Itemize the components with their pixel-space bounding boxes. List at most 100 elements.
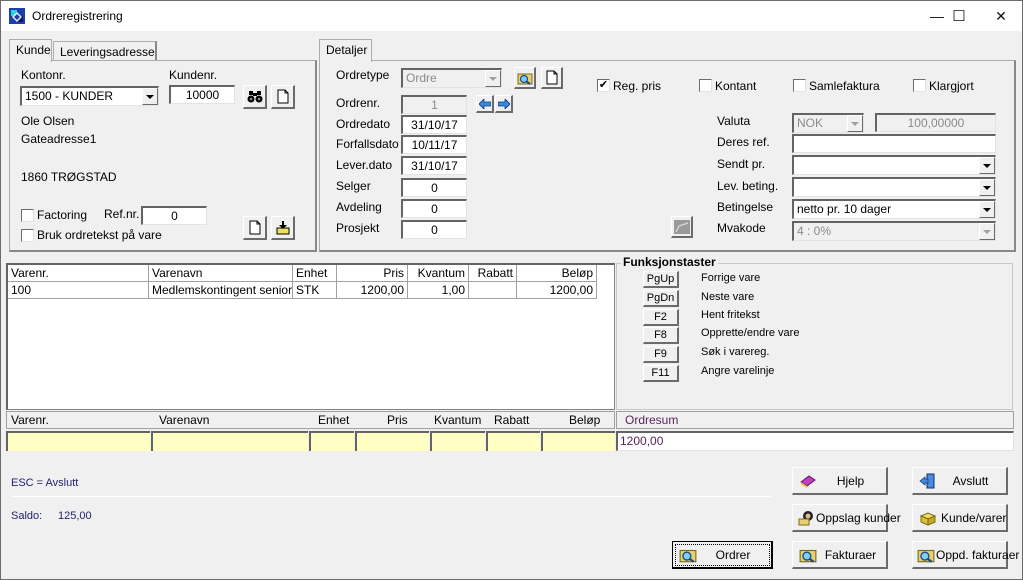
maximize-button[interactable]: ☐ xyxy=(938,1,980,31)
refnr-input[interactable]: 0 xyxy=(141,206,207,225)
lev-beting-label: Lev. beting. xyxy=(717,179,779,193)
samlefaktura-checkbox[interactable] xyxy=(793,79,806,92)
col-header-belop[interactable]: Beløp xyxy=(517,265,597,282)
f11-desc: Angre varelinje xyxy=(701,365,775,377)
graph-button[interactable] xyxy=(671,216,693,238)
ordresum-label: Ordresum xyxy=(625,413,679,427)
cell-enhet[interactable]: STK xyxy=(293,282,337,299)
new-note-button[interactable] xyxy=(243,216,267,240)
forfallsdato-input[interactable]: 10/11/17 xyxy=(401,135,467,154)
cell-varenavn[interactable]: Medlemskontingent senior xyxy=(149,282,293,299)
table-row[interactable]: 100 Medlemskontingent senior STK 1200,00… xyxy=(8,282,597,299)
f9-key-button[interactable]: F9 xyxy=(643,346,679,363)
chevron-down-icon[interactable] xyxy=(979,201,995,218)
ordretype-select[interactable]: Ordre xyxy=(401,68,502,88)
chevron-down-icon[interactable] xyxy=(979,157,995,174)
search-orders-button[interactable] xyxy=(514,67,536,89)
selger-input[interactable]: 0 xyxy=(401,178,467,197)
pgup-desc: Forrige vare xyxy=(701,272,761,284)
order-registration-window: Ordreregistrering — ☐ ✕ Kunde Leveringsa… xyxy=(0,0,1023,580)
col-header-pris[interactable]: Pris xyxy=(337,265,408,282)
new-document-icon xyxy=(277,89,288,104)
kurs-input[interactable]: 100,00000 xyxy=(875,113,996,132)
saldo-label: Saldo: xyxy=(11,510,43,522)
previous-order-button[interactable] xyxy=(476,95,494,113)
fakturaer-button[interactable]: Fakturaer xyxy=(792,541,888,569)
folder-search-icon xyxy=(517,73,532,85)
col-header-varenr[interactable]: Varenr. xyxy=(8,265,149,282)
valuta-select[interactable]: NOK xyxy=(792,113,864,133)
chevron-down-icon[interactable] xyxy=(485,70,501,87)
entry-enhet-input[interactable] xyxy=(309,431,354,451)
new-order-button[interactable] xyxy=(541,67,563,89)
valuta-label: Valuta xyxy=(717,114,751,128)
col-header-rabatt[interactable]: Rabatt xyxy=(469,265,517,282)
factoring-checkbox[interactable] xyxy=(21,209,34,222)
kundenr-input[interactable]: 10000 xyxy=(169,85,235,104)
f11-key-button[interactable]: F11 xyxy=(643,365,679,382)
pgup-key-button[interactable]: PgUp xyxy=(643,271,679,288)
f2-key-button[interactable]: F2 xyxy=(643,309,679,326)
avslutt-button[interactable]: Avslutt xyxy=(912,467,1008,495)
prosjekt-input[interactable]: 0 xyxy=(401,220,467,239)
col-header-varenavn[interactable]: Varenavn xyxy=(149,265,293,282)
entry-varenavn-input[interactable] xyxy=(151,431,308,451)
col-header-kvantum[interactable]: Kvantum xyxy=(408,265,469,282)
klargjort-checkbox[interactable] xyxy=(913,79,926,92)
new-customer-button[interactable] xyxy=(271,85,295,109)
col-header-enhet[interactable]: Enhet xyxy=(293,265,337,282)
sendt-pr-label: Sendt pr. xyxy=(717,157,766,171)
ordredato-input[interactable]: 31/10/17 xyxy=(401,115,467,134)
oppd-fakturaer-button[interactable]: Oppd. fakturaer xyxy=(912,541,1019,569)
chevron-down-icon[interactable] xyxy=(979,223,995,240)
reg-pris-label: Reg. pris xyxy=(613,79,662,93)
lev-beting-select[interactable] xyxy=(792,177,996,197)
entry-col-kvantum: Kvantum xyxy=(434,413,482,427)
entry-col-varenavn: Varenavn xyxy=(159,413,210,427)
search-customer-button[interactable] xyxy=(243,85,267,109)
tab-detaljer[interactable]: Detaljer xyxy=(319,39,372,62)
cell-varenr[interactable]: 100 xyxy=(8,282,149,299)
betingelse-select[interactable]: netto pr. 10 dager xyxy=(792,199,996,219)
cell-belop[interactable]: 1200,00 xyxy=(517,282,597,299)
cell-pris[interactable]: 1200,00 xyxy=(337,282,408,299)
entry-col-rabatt: Rabatt xyxy=(494,413,530,427)
chevron-down-icon[interactable] xyxy=(979,179,995,196)
entry-belop-input[interactable] xyxy=(541,431,615,451)
f8-key-button[interactable]: F8 xyxy=(643,327,679,344)
close-button[interactable]: ✕ xyxy=(980,1,1022,31)
entry-varenr-input[interactable] xyxy=(6,431,150,451)
avdeling-input[interactable]: 0 xyxy=(401,199,467,218)
tab-kunde[interactable]: Kunde xyxy=(9,39,52,62)
pgdn-desc: Neste vare xyxy=(701,291,755,303)
sendt-pr-select[interactable] xyxy=(792,155,996,175)
mvakode-select[interactable]: 4 : 0% xyxy=(792,221,996,241)
kontonr-select[interactable]: 1500 - KUNDER xyxy=(20,86,159,106)
deres-ref-input[interactable] xyxy=(792,134,996,153)
cell-kvantum[interactable]: 1,00 xyxy=(408,282,469,299)
tab-leveringsadresse[interactable]: Leveringsadresse xyxy=(53,41,157,62)
order-lines-grid[interactable]: Varenr. Varenavn Enhet Pris Kvantum Raba… xyxy=(6,263,615,410)
ordretekst-checkbox[interactable] xyxy=(21,229,34,242)
entry-pris-input[interactable] xyxy=(355,431,429,451)
kunde-varer-button[interactable]: Kunde/varer xyxy=(912,504,1008,532)
maximize-icon: ☐ xyxy=(952,8,966,25)
cell-rabatt[interactable] xyxy=(469,282,517,299)
chevron-down-icon[interactable] xyxy=(847,115,863,132)
selger-label: Selger xyxy=(336,179,371,193)
leverdato-input[interactable]: 31/10/17 xyxy=(401,156,467,175)
hjelp-button[interactable]: Hjelp xyxy=(792,467,888,495)
reg-pris-checkbox[interactable]: ✔ xyxy=(597,79,610,92)
pgdn-key-button[interactable]: PgDn xyxy=(643,290,679,307)
chevron-down-icon[interactable] xyxy=(142,88,158,105)
entry-rabatt-input[interactable] xyxy=(486,431,540,451)
entry-kvantum-input[interactable] xyxy=(430,431,485,451)
ordrenr-input[interactable]: 1 xyxy=(401,95,467,114)
import-button[interactable] xyxy=(271,216,295,240)
next-order-button[interactable] xyxy=(495,95,513,113)
refnr-label: Ref.nr. xyxy=(104,207,140,221)
oppslag-kunder-button[interactable]: Oppslag kunder xyxy=(792,504,901,532)
new-document-icon xyxy=(546,70,557,85)
kontant-checkbox[interactable] xyxy=(699,79,712,92)
ordrer-button[interactable]: Ordrer xyxy=(672,541,773,569)
